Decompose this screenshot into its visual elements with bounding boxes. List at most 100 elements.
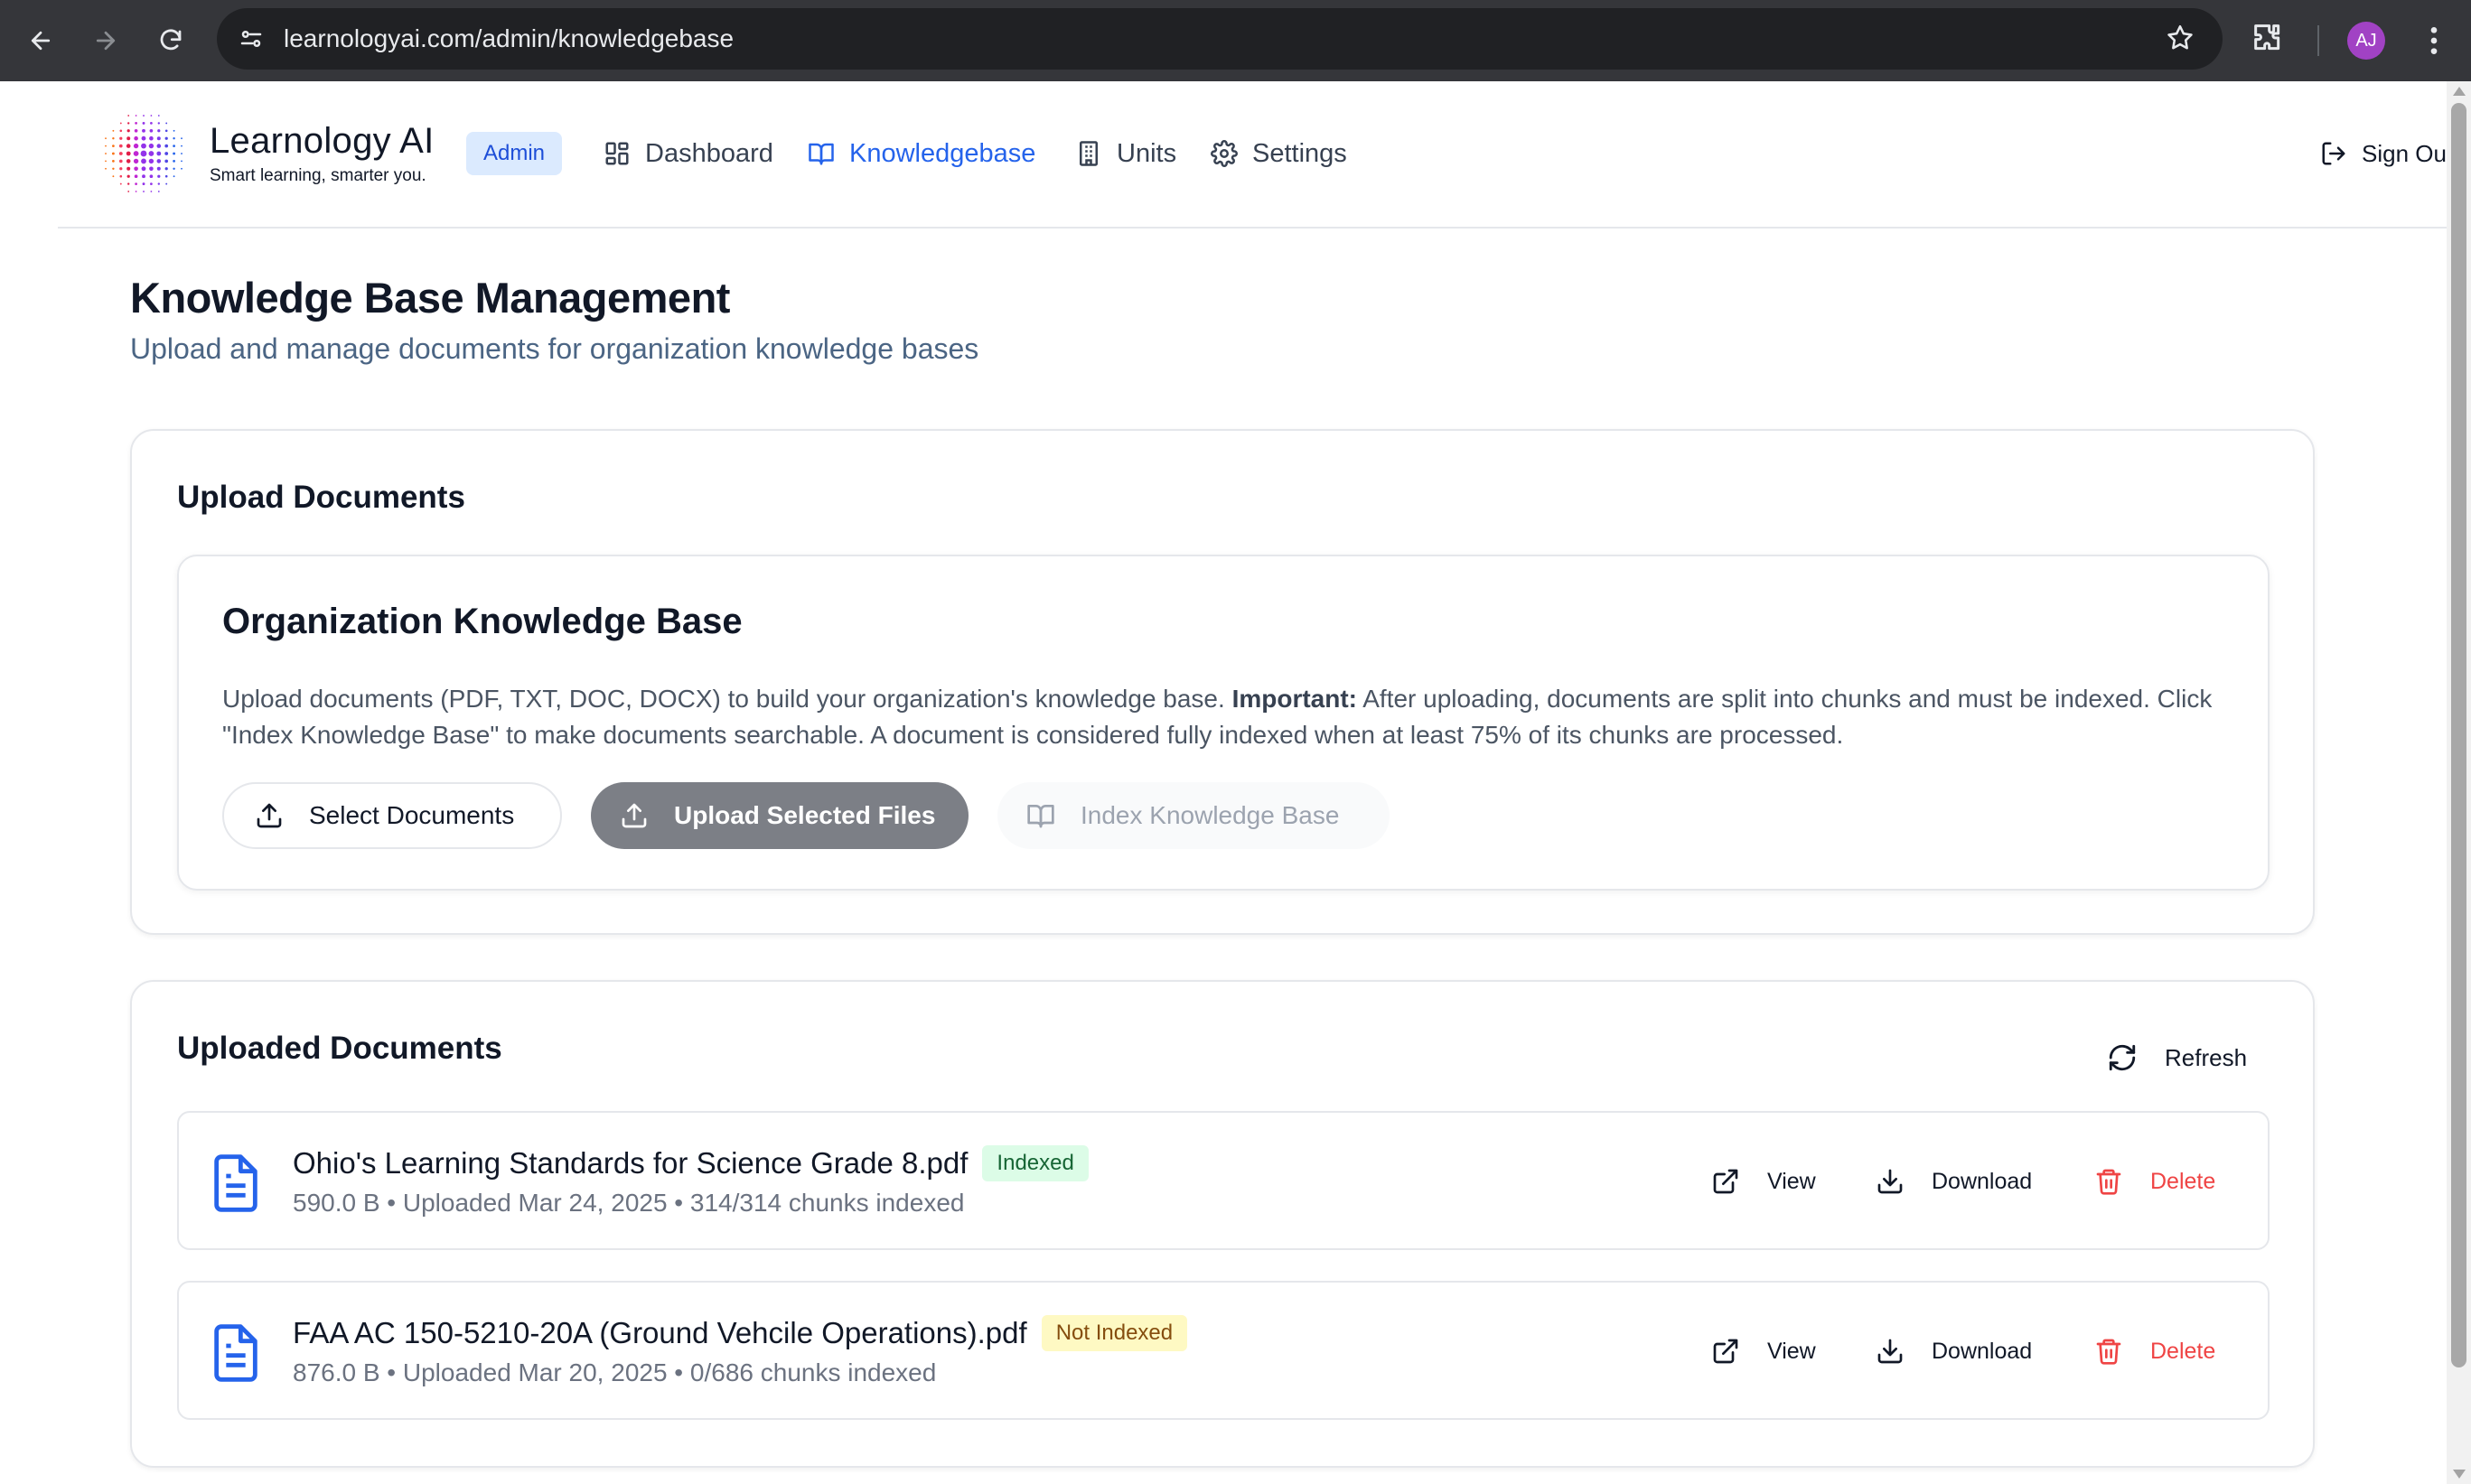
logo-dot bbox=[148, 151, 154, 156]
toolbar-divider bbox=[2317, 25, 2319, 56]
logo-dot bbox=[164, 159, 169, 163]
logo-dot bbox=[134, 166, 138, 172]
logo-dot bbox=[112, 160, 115, 163]
logo-dot bbox=[173, 129, 175, 132]
nav-dashboard[interactable]: Dashboard bbox=[604, 126, 773, 181]
download-button[interactable]: Download bbox=[1876, 1324, 2032, 1378]
nav-settings[interactable]: Settings bbox=[1211, 126, 1347, 181]
logo-dot bbox=[164, 144, 169, 148]
scrollbar-thumb[interactable] bbox=[2451, 103, 2466, 1367]
logo-dot bbox=[164, 136, 168, 140]
logo-dot bbox=[157, 115, 160, 117]
logo-dot bbox=[127, 115, 130, 117]
logo-dot bbox=[156, 136, 161, 141]
upload-selected-files-label: Upload Selected Files bbox=[674, 801, 936, 829]
uploaded-documents-heading: Uploaded Documents bbox=[177, 1031, 502, 1066]
scroll-up-arrow-icon[interactable] bbox=[2453, 87, 2466, 96]
external-link-icon bbox=[1713, 1339, 1738, 1364]
refresh-icon bbox=[2109, 1044, 2136, 1071]
bookmark-star-icon[interactable] bbox=[2165, 23, 2195, 58]
logo-dot bbox=[164, 129, 168, 133]
logo-dot bbox=[141, 135, 146, 141]
logo-dot bbox=[118, 152, 123, 155]
delete-button[interactable]: Delete bbox=[2094, 1154, 2215, 1209]
page-scrollbar[interactable] bbox=[2447, 81, 2471, 1484]
book-icon bbox=[809, 143, 834, 165]
gear-icon bbox=[1211, 140, 1238, 167]
extensions-icon[interactable] bbox=[2250, 20, 2286, 61]
site-info-icon[interactable] bbox=[235, 23, 267, 55]
log-out-icon bbox=[2322, 142, 2345, 165]
document-row: Ohio's Learning Standards for Science Gr… bbox=[177, 1111, 2270, 1250]
scroll-down-arrow-icon[interactable] bbox=[2453, 1470, 2466, 1479]
logo-dot bbox=[134, 135, 138, 141]
logo-dot bbox=[119, 174, 123, 178]
logo-dot bbox=[156, 151, 162, 156]
upload-selected-files-button[interactable]: Upload Selected Files bbox=[591, 782, 969, 849]
index-knowledge-base-button[interactable]: Index Knowledge Base bbox=[997, 782, 1390, 849]
sign-out-button[interactable]: Sign Ou bbox=[2320, 126, 2447, 181]
page-title: Knowledge Base Management bbox=[130, 274, 730, 322]
file-text-icon bbox=[211, 1324, 260, 1386]
logo-dot bbox=[141, 158, 146, 164]
logo-dot bbox=[127, 191, 130, 192]
document-name: FAA AC 150-5210-20A (Ground Vehcile Oper… bbox=[293, 1315, 1188, 1351]
download-icon bbox=[1877, 1169, 1903, 1194]
trash-icon bbox=[2096, 1169, 2121, 1195]
logo-dot bbox=[164, 167, 168, 171]
logo-dot bbox=[173, 167, 175, 170]
kebab-menu-icon[interactable] bbox=[2416, 20, 2452, 66]
trash-icon bbox=[2096, 1339, 2121, 1365]
logo-dot bbox=[141, 143, 146, 149]
logo-dot bbox=[181, 167, 183, 170]
logo-dot bbox=[126, 129, 130, 133]
forward-icon[interactable] bbox=[85, 20, 126, 61]
url-text[interactable]: learnologyai.com/admin/knowledgebase bbox=[284, 8, 734, 70]
refresh-button[interactable]: Refresh bbox=[2107, 1031, 2247, 1085]
logo-dot bbox=[126, 136, 131, 141]
logo-dot bbox=[148, 158, 154, 164]
logo-dot bbox=[157, 174, 161, 178]
page-subtitle: Upload and manage documents for organiza… bbox=[130, 332, 979, 365]
building-icon bbox=[1080, 141, 1098, 166]
document-name: Ohio's Learning Standards for Science Gr… bbox=[293, 1145, 1089, 1181]
logo-dot bbox=[142, 174, 145, 179]
select-documents-button[interactable]: Select Documents bbox=[222, 782, 562, 849]
back-icon[interactable] bbox=[20, 20, 61, 61]
upload-icon bbox=[622, 803, 647, 828]
logo-dot bbox=[127, 182, 130, 185]
brand-name[interactable]: Learnology AI bbox=[210, 121, 435, 162]
logo-dot bbox=[157, 191, 160, 192]
dashboard-icon bbox=[605, 142, 629, 165]
upload-documents-heading: Upload Documents bbox=[177, 480, 465, 515]
organization-kb-panel: Organization Knowledge Base Upload docum… bbox=[177, 555, 2270, 891]
logo-dot bbox=[118, 144, 123, 148]
profile-avatar[interactable]: AJ bbox=[2347, 22, 2385, 60]
view-button[interactable]: View bbox=[1711, 1154, 1816, 1209]
logo-dot bbox=[112, 129, 115, 132]
nav-units[interactable]: Units bbox=[1075, 126, 1176, 181]
delete-button[interactable]: Delete bbox=[2094, 1324, 2215, 1378]
app-header: Learnology AI Smart learning, smarter yo… bbox=[58, 81, 2447, 229]
view-button[interactable]: View bbox=[1711, 1324, 1816, 1378]
logo-dot bbox=[173, 175, 175, 178]
logo-dot bbox=[105, 160, 107, 163]
logo-dot bbox=[156, 144, 162, 148]
kb-description: Upload documents (PDF, TXT, DOC, DOCX) t… bbox=[222, 685, 2213, 749]
logo-dot bbox=[127, 122, 130, 125]
address-bar[interactable]: learnologyai.com/admin/knowledgebase bbox=[217, 8, 2223, 70]
logo-dot bbox=[150, 115, 153, 117]
refresh-label: Refresh bbox=[2165, 1043, 2248, 1071]
reload-icon[interactable] bbox=[150, 20, 192, 61]
logo-dot bbox=[181, 137, 183, 140]
document-meta: 590.0 B • Uploaded Mar 24, 2025 • 314/31… bbox=[293, 1189, 965, 1217]
logo-dot bbox=[149, 135, 154, 141]
logo-dot bbox=[111, 152, 115, 155]
logo-dot bbox=[173, 137, 175, 140]
logo-dot bbox=[148, 143, 154, 149]
logo-dot bbox=[150, 182, 153, 185]
nav-knowledgebase[interactable]: Knowledgebase bbox=[808, 126, 1035, 181]
nav-settings-label: Settings bbox=[1252, 138, 1347, 168]
download-button[interactable]: Download bbox=[1876, 1154, 2032, 1209]
logo-dot bbox=[181, 160, 183, 163]
